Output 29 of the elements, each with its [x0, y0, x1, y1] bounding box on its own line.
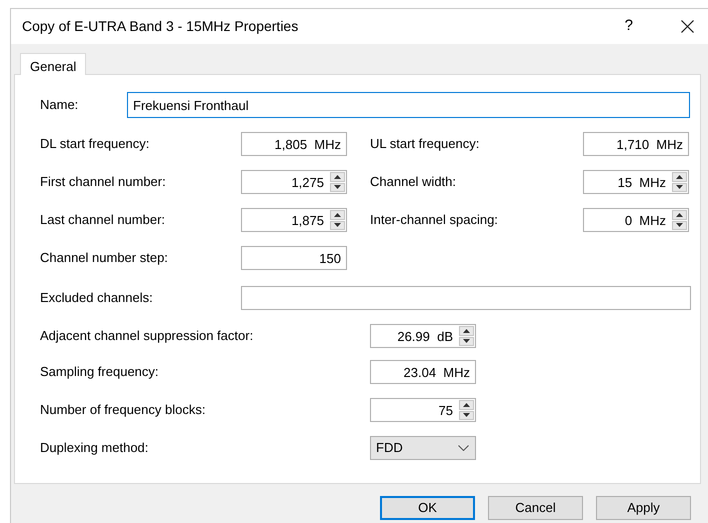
dropdown-value: FDD: [376, 439, 403, 458]
field-label: First channel number:: [40, 173, 167, 192]
input-field[interactable]: [241, 286, 691, 310]
dropdown[interactable]: FDD: [370, 436, 476, 460]
field-label: Name:: [40, 96, 80, 114]
field-label: Number of frequency blocks:: [40, 401, 206, 420]
field-label: UL start frequency:: [370, 135, 480, 154]
dialog-button[interactable]: Cancel: [488, 496, 583, 520]
dialog-button[interactable]: OK: [380, 496, 475, 520]
window-title: Copy of E-UTRA Band 3 - 15MHz Properties: [22, 17, 298, 36]
field-label: Excluded channels:: [40, 289, 154, 308]
tab[interactable]: General: [20, 53, 86, 75]
field-label: Channel width:: [370, 173, 457, 192]
field-label: Channel number step:: [40, 249, 169, 268]
field-label: DL start frequency:: [40, 135, 150, 154]
field-label: Inter-channel spacing:: [370, 211, 499, 230]
help-button[interactable]: ?: [624, 15, 633, 38]
input-field[interactable]: 150: [241, 246, 347, 270]
close-icon[interactable]: [681, 20, 694, 33]
input-field[interactable]: 1,710 MHz: [583, 132, 689, 156]
field-label: Duplexing method:: [40, 439, 150, 458]
input-field[interactable]: 23.04 MHz: [370, 360, 476, 384]
dialog-button[interactable]: Apply: [596, 496, 691, 520]
field-label: Sampling frequency:: [40, 363, 160, 382]
field-label: Adjacent channel suppression factor:: [40, 327, 254, 346]
input-field[interactable]: 1,805 MHz: [241, 132, 347, 156]
field-label: Last channel number:: [40, 211, 166, 230]
name-field[interactable]: Frekuensi Fronthaul: [127, 92, 690, 118]
chevron-down-icon: [458, 445, 469, 451]
